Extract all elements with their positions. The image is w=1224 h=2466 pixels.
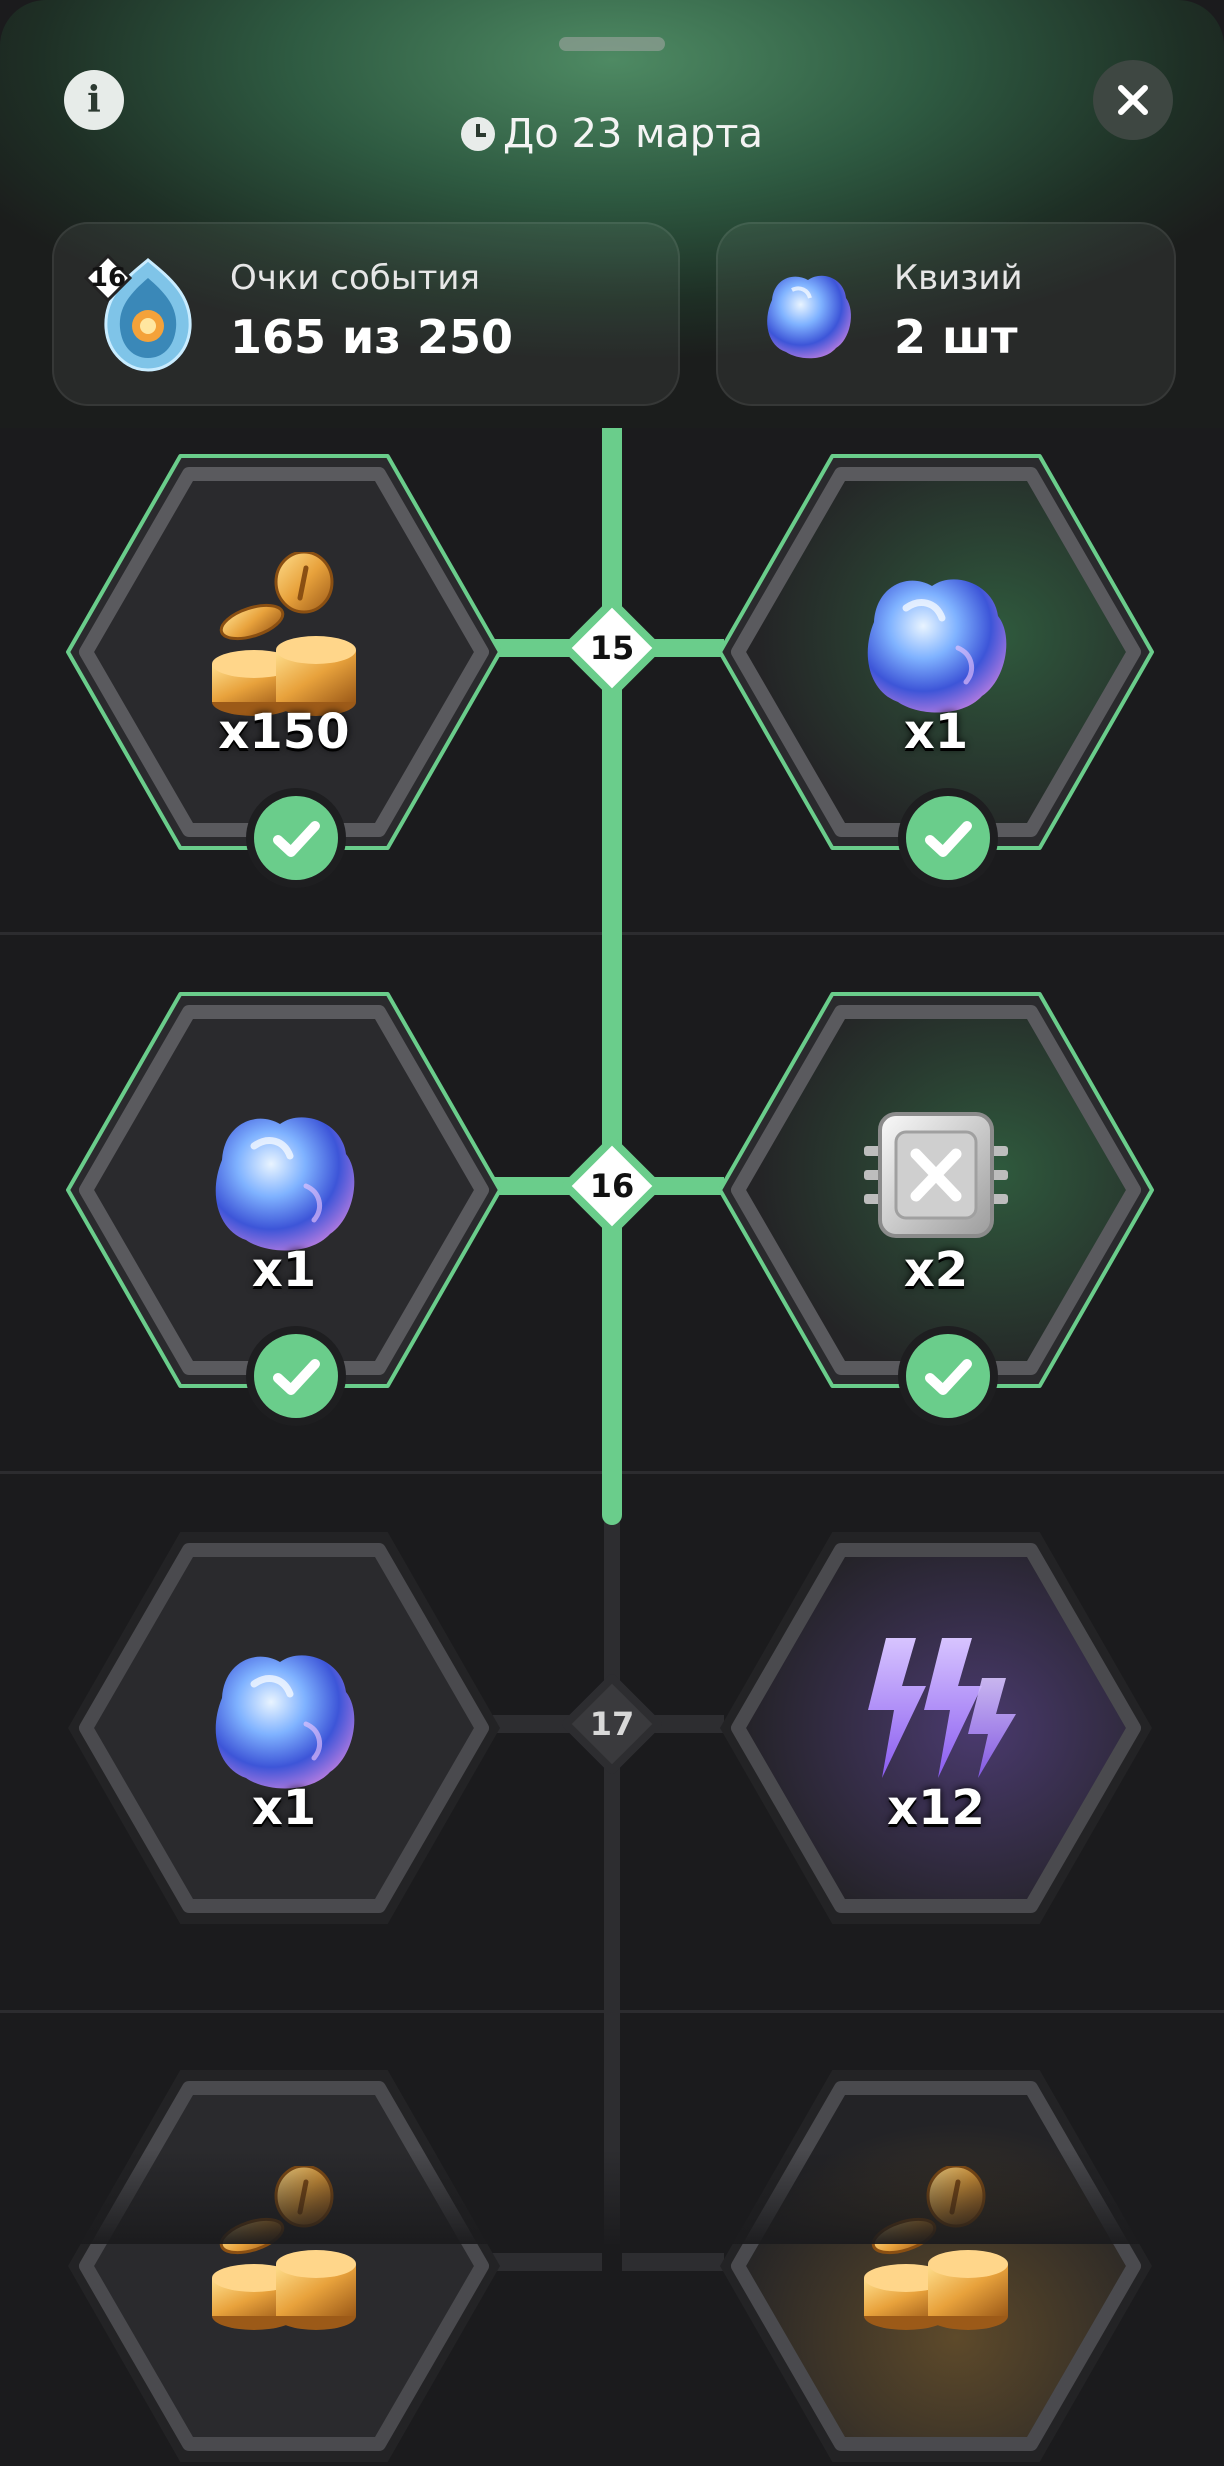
points-title: Очки события xyxy=(230,258,480,298)
reward-quantity: x1 xyxy=(251,1780,317,1836)
progress-track xyxy=(604,1520,620,2244)
level-node: 16 xyxy=(562,1136,662,1236)
reward-quantity: x150 xyxy=(218,704,350,760)
crystal-icon xyxy=(215,1117,355,1251)
level-number: 16 xyxy=(589,1167,635,1205)
lightning-icon xyxy=(868,1638,1016,1778)
reward-card-left[interactable]: x1 xyxy=(64,990,504,1426)
event-deadline: До 23 марта xyxy=(0,104,1224,164)
reward-quantity: x1 xyxy=(903,704,969,760)
reward-quantity: x2 xyxy=(903,1242,969,1298)
coin-stack-icon xyxy=(212,552,356,716)
level-badge-number: 16 xyxy=(89,263,127,293)
check-icon xyxy=(898,1326,998,1426)
check-icon xyxy=(246,788,346,888)
level-number: 15 xyxy=(589,629,635,667)
reward-quantity: x12 xyxy=(887,1780,985,1836)
drag-handle[interactable] xyxy=(559,37,665,51)
crystal-icon xyxy=(767,275,851,359)
level-node: 17 xyxy=(562,1674,662,1774)
progress-track-filled xyxy=(602,428,622,1525)
points-value: 165 из 250 xyxy=(230,310,514,364)
scroll-fade xyxy=(0,2150,1224,2244)
crystal-icon xyxy=(867,579,1007,713)
check-icon xyxy=(246,1326,346,1426)
reward-card-right[interactable] xyxy=(716,2066,1156,2466)
level-connector xyxy=(622,2253,724,2271)
quisi-card[interactable]: Квизий 2 шт xyxy=(716,222,1176,406)
event-points-card[interactable]: 16 Очки события 165 из 250 xyxy=(52,222,680,406)
reward-card-right[interactable]: x12 xyxy=(716,1528,1156,1928)
level-connector xyxy=(492,2253,602,2271)
level-number: 17 xyxy=(589,1705,635,1743)
reward-card-left[interactable] xyxy=(64,2066,504,2466)
crystal-icon xyxy=(215,1655,355,1789)
reward-card-right[interactable]: x1 xyxy=(716,452,1156,888)
deadline-text: До 23 марта xyxy=(503,111,763,157)
chip-icon xyxy=(864,1112,1008,1238)
check-icon xyxy=(898,788,998,888)
quisi-value: 2 шт xyxy=(894,310,1018,364)
reward-card-left[interactable]: x150 xyxy=(64,452,504,888)
clock-icon xyxy=(461,117,496,151)
reward-card-right[interactable]: x2 xyxy=(716,990,1156,1426)
level-node: 15 xyxy=(562,598,662,698)
reward-quantity: x1 xyxy=(251,1242,317,1298)
reward-card-left[interactable]: x1 xyxy=(64,1528,504,1928)
quisi-title: Квизий xyxy=(894,258,1023,298)
event-header: i До 23 марта 16 Очки события 165 из 250… xyxy=(0,0,1224,428)
